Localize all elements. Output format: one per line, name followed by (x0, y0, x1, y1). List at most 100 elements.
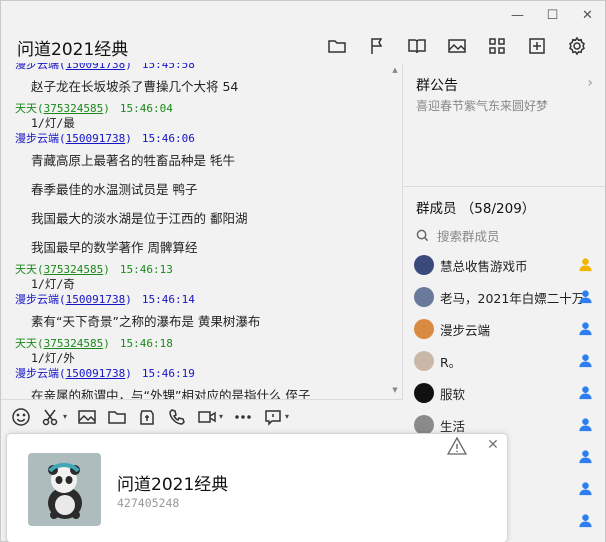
member-avatar (414, 383, 434, 403)
sender-name[interactable]: 天天 (15, 102, 37, 115)
member-avatar (414, 255, 434, 275)
message-list[interactable]: 漫步云端(150091738) 15:45:58 赵子龙在长坂坡杀了曹操几个大将 5… (1, 63, 403, 399)
member-name: 服软 (440, 386, 466, 402)
search-icon (416, 229, 429, 242)
sender-id[interactable]: 150091738 (66, 293, 126, 306)
image-icon[interactable] (77, 404, 97, 430)
admin-badge-icon (578, 481, 593, 500)
members-title: 群成员 （58/209） (416, 197, 535, 217)
book-icon[interactable] (397, 33, 437, 59)
member-row[interactable]: 服软 (403, 377, 605, 409)
message-text: 1/灯/奇 (31, 277, 75, 291)
image-icon[interactable] (437, 33, 477, 59)
flag-icon[interactable] (357, 33, 397, 59)
warning-icon[interactable] (446, 436, 468, 456)
popup-close-button[interactable]: ✕ (485, 436, 501, 454)
member-row[interactable]: 漫步云端 (403, 313, 605, 345)
chat-window: — ☐ ✕ 问道2021经典 漫步云端(150091738) 15:45:58 … (0, 0, 606, 542)
sender-id[interactable]: 375324585 (44, 102, 104, 115)
member-name: 漫步云端 (440, 322, 491, 338)
message-sender: 天天(375324585) 15:46:04 (15, 102, 173, 115)
message-time: 15:46:13 (119, 263, 173, 276)
video-icon[interactable]: ▾ (197, 404, 223, 430)
member-search[interactable]: 搜索群成员 (416, 226, 500, 245)
notice-text: 喜迎春节紫气东来圆好梦 (416, 99, 549, 113)
message-text: 我国最大的淡水湖是位于江西的 鄱阳湖 (31, 211, 248, 226)
member-row[interactable]: 老马，2021年白嫖二十万 (403, 281, 605, 313)
message-text: 赵子龙在长坂坡杀了曹操几个大将 54 (31, 79, 239, 94)
member-avatar (414, 351, 434, 371)
sender-name[interactable]: 漫步云端 (15, 293, 59, 306)
scroll-up-icon[interactable]: ▲ (390, 65, 400, 75)
message-sender: 漫步云端(150091738) 15:45:58 (1, 63, 389, 72)
chat-header: 问道2021经典 (1, 29, 605, 63)
members-title-label: 群成员 (416, 201, 457, 217)
phone-icon[interactable] (167, 404, 187, 430)
message-text: 1/灯/外 (31, 351, 75, 365)
more-icon[interactable] (233, 404, 253, 430)
close-button[interactable]: ✕ (570, 1, 605, 29)
group-avatar[interactable] (28, 453, 101, 526)
popup-group-name: 问道2021经典 (117, 475, 229, 495)
admin-badge-icon (578, 289, 593, 308)
member-name: 老马，2021年白嫖二十万 (440, 290, 585, 306)
message-time: 15:46:18 (119, 337, 173, 350)
settings-icon[interactable] (557, 33, 597, 59)
message-sender: 天天(375324585) 15:46:13 (15, 263, 173, 276)
sender-id[interactable]: 150091738 (66, 63, 126, 71)
window-controls: — ☐ ✕ (500, 1, 605, 29)
members-count: （58/209） (460, 201, 536, 217)
red-packet-icon[interactable] (137, 404, 157, 430)
messages-container: 漫步云端(150091738) 15:45:58 赵子龙在长坂坡杀了曹操几个大将 5… (1, 63, 389, 399)
group-notice[interactable]: 群公告 › 喜迎春节紫气东来圆好梦 (403, 63, 605, 187)
sender-id[interactable]: 150091738 (66, 132, 126, 145)
chevron-right-icon[interactable]: › (587, 75, 593, 91)
chevron-down-icon[interactable]: ▾ (63, 412, 67, 421)
header-toolbar (317, 33, 597, 59)
folder-icon[interactable] (107, 404, 127, 430)
group-title: 问道2021经典 (17, 40, 129, 60)
input-toolbar: ▾ ▾ ▾ (1, 399, 403, 433)
sender-id[interactable]: 375324585 (44, 263, 104, 276)
member-row[interactable]: R。 (403, 345, 605, 377)
message-time: 15:45:58 (141, 63, 195, 71)
admin-badge-icon (578, 353, 593, 372)
member-name: 慧总收售游戏币 (440, 258, 528, 274)
minimize-button[interactable]: — (500, 1, 535, 29)
scroll-down-icon[interactable]: ▼ (390, 385, 400, 395)
message-text: 我国最早的数学著作 周髀算经 (31, 240, 198, 255)
message-time: 15:46:04 (119, 102, 173, 115)
sender-name[interactable]: 漫步云端 (15, 63, 59, 71)
add-screen-icon[interactable] (517, 33, 557, 59)
scissors-icon[interactable]: ▾ (41, 404, 67, 430)
member-name: R。 (440, 354, 462, 370)
sender-id[interactable]: 150091738 (66, 367, 126, 380)
message-time: 15:46:19 (141, 367, 195, 380)
folder-icon[interactable] (317, 33, 357, 59)
sender-name[interactable]: 天天 (15, 263, 37, 276)
admin-badge-icon (578, 513, 593, 532)
sender-name[interactable]: 漫步云端 (15, 367, 59, 380)
apps-grid-icon[interactable] (477, 33, 517, 59)
profile-popup: 问道2021经典 427405248 ✕ (6, 433, 508, 542)
maximize-button[interactable]: ☐ (535, 1, 570, 29)
sender-name[interactable]: 漫步云端 (15, 132, 59, 145)
chevron-down-icon[interactable]: ▾ (219, 412, 223, 421)
message-time: 15:46:06 (141, 132, 195, 145)
admin-badge-icon (578, 321, 593, 340)
sender-id[interactable]: 375324585 (44, 337, 104, 350)
message-text: 1/灯/最 (31, 116, 75, 130)
message-sender: 漫步云端(150091738) 15:46:06 (15, 132, 195, 145)
sender-name[interactable]: 天天 (15, 337, 37, 350)
chat-history-icon[interactable]: ▾ (263, 404, 289, 430)
message-text: 素有“天下奇景”之称的瀑布是 黄果树瀑布 (31, 314, 261, 329)
emoji-icon[interactable] (11, 404, 31, 430)
admin-badge-icon (578, 417, 593, 436)
message-sender: 漫步云端(150091738) 15:46:19 (15, 367, 195, 380)
member-row[interactable]: 慧总收售游戏币 (403, 249, 605, 281)
message-time: 15:46:14 (141, 293, 195, 306)
chevron-down-icon[interactable]: ▾ (285, 412, 289, 421)
member-name: 生活 (440, 418, 466, 434)
chat-scrollbar[interactable]: ▲ ▼ (390, 65, 400, 395)
message-sender: 漫步云端(150091738) 15:46:14 (15, 293, 195, 306)
